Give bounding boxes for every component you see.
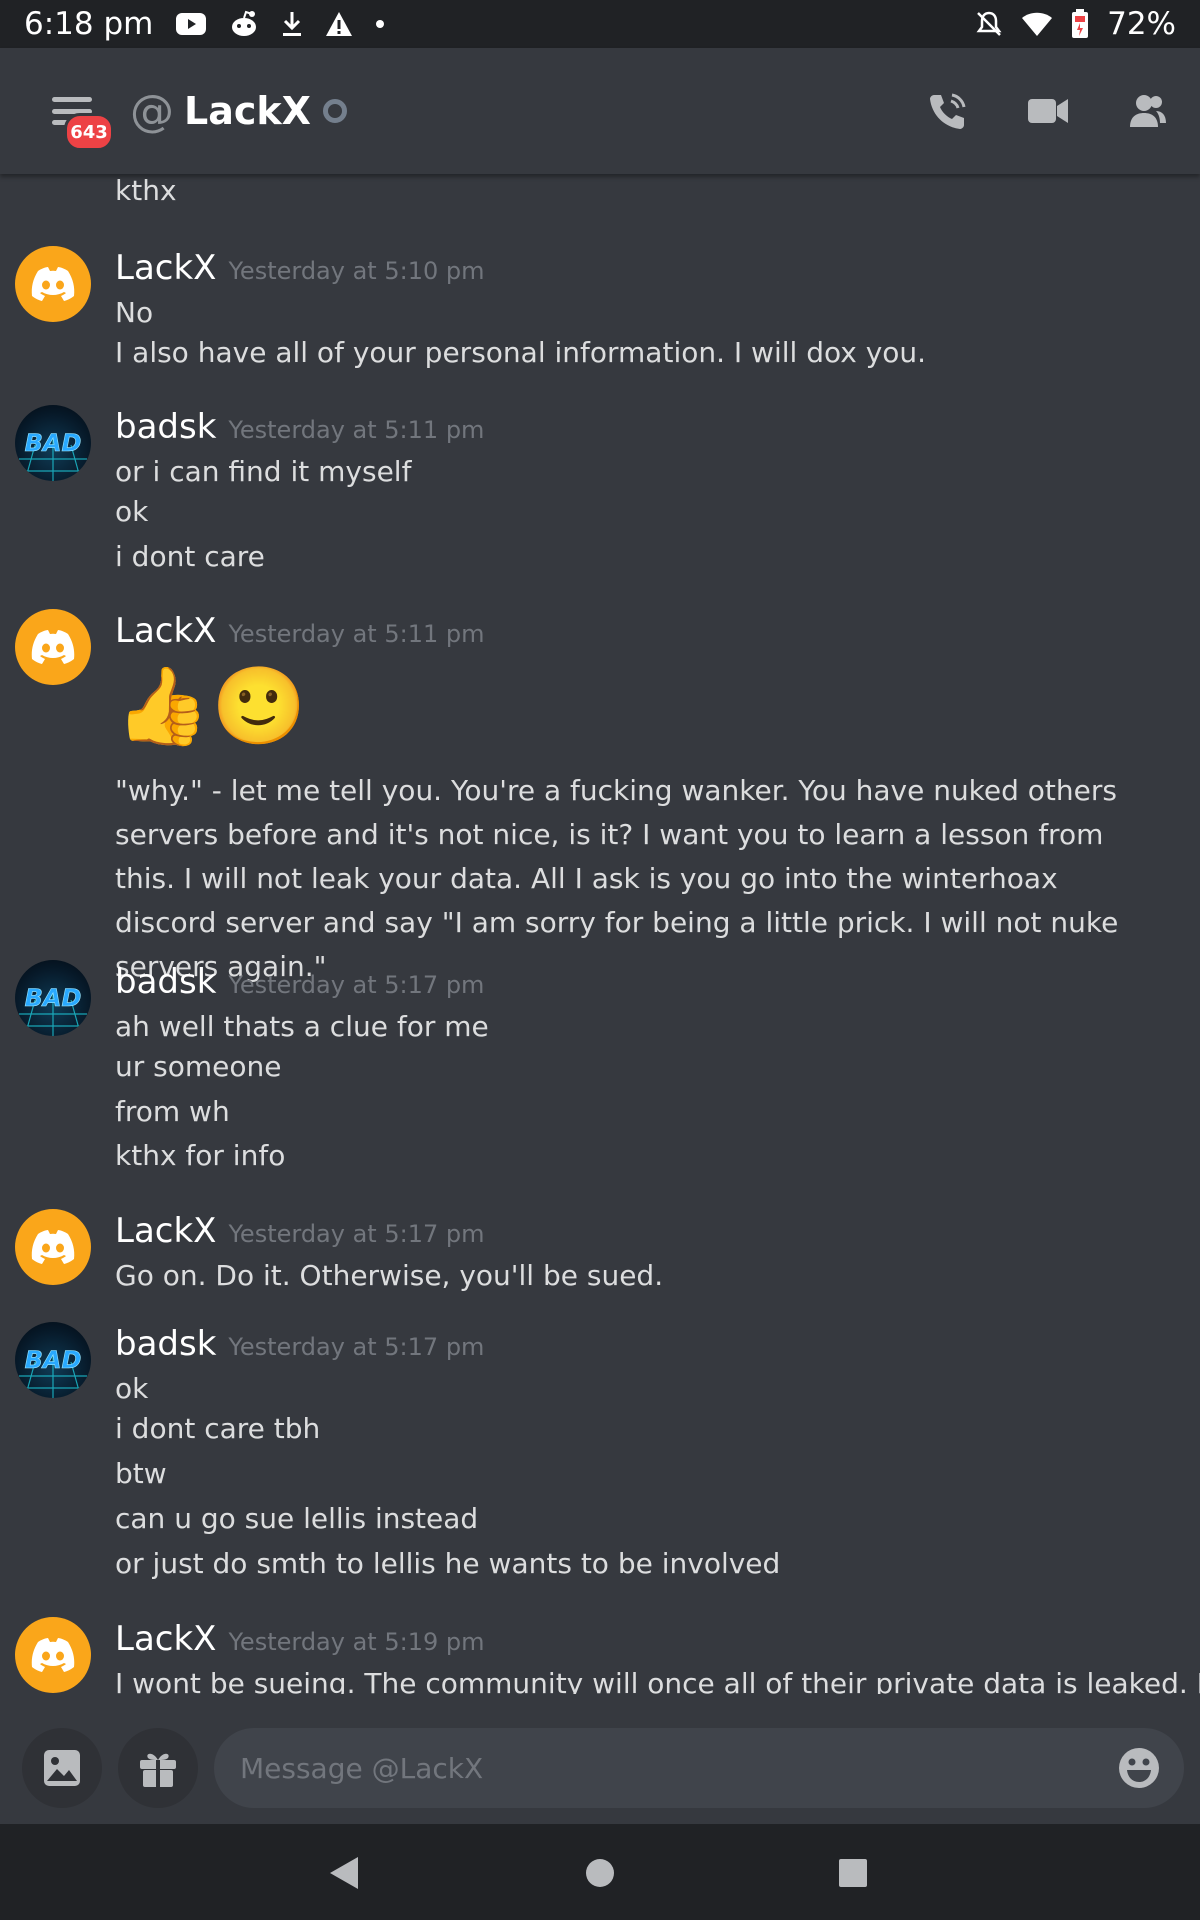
smile-emoji[interactable]: 🙂 bbox=[212, 661, 307, 751]
author-name[interactable]: LackX bbox=[115, 1211, 216, 1251]
discord-logo-icon bbox=[31, 1230, 75, 1264]
battery-icon bbox=[1071, 9, 1089, 39]
wifi-icon bbox=[1021, 11, 1053, 37]
discord-logo-icon bbox=[31, 1638, 75, 1672]
emoji-row: 👍 🙂 bbox=[115, 661, 306, 751]
bad-logo-icon: BAD bbox=[19, 1346, 87, 1398]
message-header: badsk Yesterday at 5:11 pm bbox=[115, 407, 484, 447]
recents-button[interactable] bbox=[828, 1848, 878, 1898]
attach-image-button[interactable] bbox=[22, 1728, 102, 1808]
timestamp: Yesterday at 5:11 pm bbox=[228, 416, 485, 444]
timestamp: Yesterday at 5:11 pm bbox=[228, 620, 485, 648]
thumbs-up-emoji[interactable]: 👍 bbox=[115, 661, 210, 751]
image-icon bbox=[44, 1750, 80, 1786]
gift-button[interactable] bbox=[118, 1728, 198, 1808]
message-line: from wh bbox=[115, 1095, 230, 1128]
author-name[interactable]: badsk bbox=[115, 1324, 216, 1364]
warning-icon bbox=[325, 11, 353, 37]
discord-logo-icon bbox=[31, 267, 75, 301]
home-button[interactable] bbox=[575, 1848, 625, 1898]
message-header: LackX Yesterday at 5:19 pm bbox=[115, 1619, 484, 1659]
menu-button[interactable]: 643 bbox=[52, 91, 114, 151]
members-icon bbox=[1130, 95, 1166, 127]
offline-status-icon bbox=[322, 99, 347, 123]
message-header: badsk Yesterday at 5:17 pm bbox=[115, 962, 484, 1002]
message-line: I wont be sueing. The community will onc… bbox=[115, 1667, 1200, 1694]
avatar[interactable] bbox=[15, 609, 91, 685]
message-line: can u go sue lellis instead bbox=[115, 1502, 479, 1535]
channel-header: 643 @ LackX bbox=[0, 48, 1200, 174]
message-line: I also have all of your personal informa… bbox=[115, 336, 927, 369]
android-nav-bar bbox=[0, 1824, 1200, 1920]
bad-logo-icon: BAD bbox=[19, 429, 87, 481]
unread-badge: 643 bbox=[64, 113, 114, 151]
timestamp: Yesterday at 5:17 pm bbox=[228, 1220, 485, 1248]
bad-logo-icon: BAD bbox=[19, 984, 87, 1036]
emoji-picker-button[interactable] bbox=[1118, 1747, 1160, 1789]
at-icon: @ bbox=[130, 85, 174, 137]
discord-logo-icon bbox=[31, 630, 75, 664]
message-line: Go on. Do it. Otherwise, you'll be sued. bbox=[115, 1259, 664, 1292]
message-line: ok bbox=[115, 495, 149, 528]
video-call-button[interactable] bbox=[1026, 89, 1070, 133]
message-line: or just do smth to lellis he wants to be… bbox=[115, 1547, 781, 1580]
message-line: ah well thats a clue for me bbox=[115, 1010, 489, 1043]
message-line: i dont care tbh bbox=[115, 1412, 321, 1445]
message-input[interactable] bbox=[238, 1750, 1118, 1786]
avatar[interactable] bbox=[15, 1617, 91, 1693]
message-line: btw bbox=[115, 1457, 167, 1490]
message-line: ok bbox=[115, 1372, 149, 1405]
message-line: ur someone bbox=[115, 1050, 282, 1083]
gift-icon bbox=[140, 1753, 176, 1787]
avatar-text: BAD bbox=[25, 984, 82, 1012]
call-button[interactable] bbox=[926, 89, 970, 133]
author-name[interactable]: LackX bbox=[115, 611, 216, 651]
page-title: LackX bbox=[184, 89, 311, 133]
avatar[interactable]: BAD bbox=[15, 1322, 91, 1398]
message-line: kthx for info bbox=[115, 1139, 286, 1172]
timestamp: Yesterday at 5:17 pm bbox=[228, 1333, 485, 1361]
avatar[interactable] bbox=[15, 1209, 91, 1285]
message-line: i dont care bbox=[115, 540, 265, 573]
timestamp: Yesterday at 5:17 pm bbox=[228, 971, 485, 999]
author-name[interactable]: badsk bbox=[115, 407, 216, 447]
status-time: 6:18 pm bbox=[24, 6, 154, 42]
youtube-icon bbox=[175, 12, 207, 36]
message-list[interactable]: kthx LackX Yesterday at 5:10 pm No I also… bbox=[0, 174, 1200, 1694]
author-name[interactable]: LackX bbox=[115, 248, 216, 288]
message-composer bbox=[0, 1712, 1200, 1824]
message-header: LackX Yesterday at 5:10 pm bbox=[115, 248, 484, 288]
back-button[interactable] bbox=[320, 1848, 370, 1898]
avatar-text: BAD bbox=[25, 429, 82, 457]
status-bar: 6:18 pm 72% bbox=[0, 0, 1200, 48]
message-line: No bbox=[115, 296, 154, 329]
message-header: LackX Yesterday at 5:11 pm bbox=[115, 611, 484, 651]
message-paragraph: "why." - let me tell you. You're a fucki… bbox=[115, 774, 1119, 983]
message-header: LackX Yesterday at 5:17 pm bbox=[115, 1211, 484, 1251]
download-icon bbox=[281, 10, 303, 38]
video-icon bbox=[1028, 99, 1068, 123]
timestamp: Yesterday at 5:19 pm bbox=[228, 1628, 485, 1656]
recents-icon bbox=[839, 1859, 867, 1887]
call-icon bbox=[930, 93, 966, 129]
notifications-off-icon bbox=[975, 10, 1003, 38]
avatar[interactable]: BAD bbox=[15, 960, 91, 1036]
battery-percent: 72% bbox=[1107, 6, 1176, 42]
reddit-icon bbox=[229, 10, 259, 38]
emoji-icon bbox=[1119, 1748, 1159, 1788]
message-line: kthx bbox=[115, 174, 177, 207]
avatar[interactable] bbox=[15, 246, 91, 322]
avatar-text: BAD bbox=[25, 1346, 82, 1374]
message-input-wrapper bbox=[214, 1728, 1184, 1808]
avatar[interactable]: BAD bbox=[15, 405, 91, 481]
author-name[interactable]: LackX bbox=[115, 1619, 216, 1659]
dot-icon bbox=[375, 19, 385, 29]
back-icon bbox=[330, 1857, 358, 1889]
home-icon bbox=[586, 1859, 614, 1887]
author-name[interactable]: badsk bbox=[115, 962, 216, 1002]
timestamp: Yesterday at 5:10 pm bbox=[228, 257, 485, 285]
message-header: badsk Yesterday at 5:17 pm bbox=[115, 1324, 484, 1364]
members-button[interactable] bbox=[1126, 89, 1170, 133]
message-line: or i can find it myself bbox=[115, 455, 412, 488]
